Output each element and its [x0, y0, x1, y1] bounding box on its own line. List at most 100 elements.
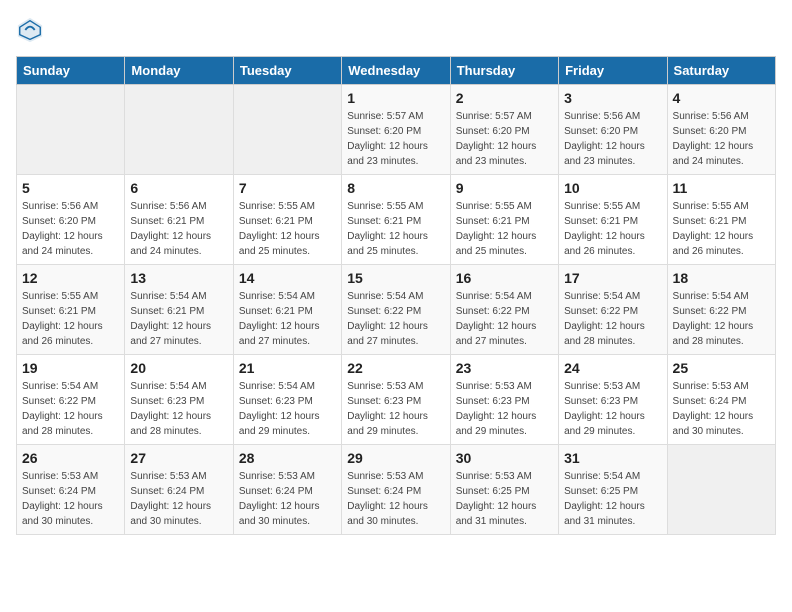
calendar-cell: 22 Sunrise: 5:53 AM Sunset: 6:23 PM Dayli…: [342, 355, 450, 445]
day-number: 29: [347, 450, 444, 466]
calendar-cell: 13 Sunrise: 5:54 AM Sunset: 6:21 PM Dayli…: [125, 265, 233, 355]
day-info: Sunrise: 5:56 AM Sunset: 6:20 PM Dayligh…: [564, 109, 661, 169]
calendar-cell: 25 Sunrise: 5:53 AM Sunset: 6:24 PM Dayli…: [667, 355, 775, 445]
calendar-cell: 23Sunrise: 5:53 AM Sunset: 6:23 PM Dayli…: [450, 355, 558, 445]
day-number: 3: [564, 90, 661, 106]
day-info: Sunrise: 5:53 AM Sunset: 6:23 PM Dayligh…: [456, 379, 553, 439]
day-info: Sunrise: 5:53 AM Sunset: 6:25 PM Dayligh…: [456, 469, 553, 529]
calendar-cell: 18 Sunrise: 5:54 AM Sunset: 6:22 PM Dayli…: [667, 265, 775, 355]
day-info: Sunrise: 5:54 AM Sunset: 6:22 PM Dayligh…: [564, 289, 661, 349]
calendar-cell: [667, 445, 775, 535]
calendar-cell: 5 Sunrise: 5:56 AM Sunset: 6:20 PM Daylig…: [17, 175, 125, 265]
day-number: 12: [22, 270, 119, 286]
day-info: Sunrise: 5:56 AM Sunset: 6:20 PM Dayligh…: [22, 199, 119, 259]
day-info: Sunrise: 5:53 AM Sunset: 6:24 PM Dayligh…: [239, 469, 336, 529]
day-info: Sunrise: 5:55 AM Sunset: 6:21 PM Dayligh…: [239, 199, 336, 259]
calendar-cell: [233, 85, 341, 175]
day-number: 14: [239, 270, 336, 286]
day-number: 20: [130, 360, 227, 376]
weekday-header: Sunday: [17, 57, 125, 85]
weekday-header: Friday: [559, 57, 667, 85]
calendar-cell: [125, 85, 233, 175]
calendar-cell: 6 Sunrise: 5:56 AM Sunset: 6:21 PM Daylig…: [125, 175, 233, 265]
calendar-cell: 26 Sunrise: 5:53 AM Sunset: 6:24 PM Dayli…: [17, 445, 125, 535]
calendar-cell: 14Sunrise: 5:54 AM Sunset: 6:21 PM Dayli…: [233, 265, 341, 355]
day-info: Sunrise: 5:54 AM Sunset: 6:22 PM Dayligh…: [673, 289, 770, 349]
calendar-cell: 4Sunrise: 5:56 AM Sunset: 6:20 PM Daylig…: [667, 85, 775, 175]
day-number: 18: [673, 270, 770, 286]
day-number: 31: [564, 450, 661, 466]
weekday-header: Thursday: [450, 57, 558, 85]
calendar-week-row: 19 Sunrise: 5:54 AM Sunset: 6:22 PM Dayli…: [17, 355, 776, 445]
calendar-cell: 24 Sunrise: 5:53 AM Sunset: 6:23 PM Dayli…: [559, 355, 667, 445]
day-info: Sunrise: 5:55 AM Sunset: 6:21 PM Dayligh…: [456, 199, 553, 259]
day-info: Sunrise: 5:55 AM Sunset: 6:21 PM Dayligh…: [347, 199, 444, 259]
day-number: 30: [456, 450, 553, 466]
page-header: [16, 16, 776, 44]
calendar-cell: 16Sunrise: 5:54 AM Sunset: 6:22 PM Dayli…: [450, 265, 558, 355]
calendar-cell: 9 Sunrise: 5:55 AM Sunset: 6:21 PM Daylig…: [450, 175, 558, 265]
calendar-week-row: 12 Sunrise: 5:55 AM Sunset: 6:21 PM Dayli…: [17, 265, 776, 355]
day-info: Sunrise: 5:54 AM Sunset: 6:21 PM Dayligh…: [130, 289, 227, 349]
calendar-cell: 3 Sunrise: 5:56 AM Sunset: 6:20 PM Daylig…: [559, 85, 667, 175]
calendar-cell: 2 Sunrise: 5:57 AM Sunset: 6:20 PM Daylig…: [450, 85, 558, 175]
day-number: 16: [456, 270, 553, 286]
day-number: 10: [564, 180, 661, 196]
day-number: 6: [130, 180, 227, 196]
day-info: Sunrise: 5:53 AM Sunset: 6:23 PM Dayligh…: [347, 379, 444, 439]
calendar-cell: 7 Sunrise: 5:55 AM Sunset: 6:21 PM Daylig…: [233, 175, 341, 265]
day-number: 24: [564, 360, 661, 376]
day-info: Sunrise: 5:56 AM Sunset: 6:20 PM Dayligh…: [673, 109, 770, 169]
day-info: Sunrise: 5:55 AM Sunset: 6:21 PM Dayligh…: [673, 199, 770, 259]
calendar-cell: 28 Sunrise: 5:53 AM Sunset: 6:24 PM Dayli…: [233, 445, 341, 535]
day-info: Sunrise: 5:53 AM Sunset: 6:24 PM Dayligh…: [130, 469, 227, 529]
day-info: Sunrise: 5:54 AM Sunset: 6:22 PM Dayligh…: [347, 289, 444, 349]
day-number: 13: [130, 270, 227, 286]
logo-icon: [16, 16, 44, 44]
day-number: 1: [347, 90, 444, 106]
day-info: Sunrise: 5:53 AM Sunset: 6:24 PM Dayligh…: [347, 469, 444, 529]
calendar-cell: 19 Sunrise: 5:54 AM Sunset: 6:22 PM Dayli…: [17, 355, 125, 445]
day-number: 28: [239, 450, 336, 466]
calendar-cell: 21 Sunrise: 5:54 AM Sunset: 6:23 PM Dayli…: [233, 355, 341, 445]
day-info: Sunrise: 5:54 AM Sunset: 6:22 PM Dayligh…: [22, 379, 119, 439]
day-info: Sunrise: 5:53 AM Sunset: 6:23 PM Dayligh…: [564, 379, 661, 439]
weekday-header: Tuesday: [233, 57, 341, 85]
day-info: Sunrise: 5:54 AM Sunset: 6:25 PM Dayligh…: [564, 469, 661, 529]
day-info: Sunrise: 5:56 AM Sunset: 6:21 PM Dayligh…: [130, 199, 227, 259]
day-number: 7: [239, 180, 336, 196]
weekday-header: Wednesday: [342, 57, 450, 85]
day-info: Sunrise: 5:53 AM Sunset: 6:24 PM Dayligh…: [673, 379, 770, 439]
weekday-header: Monday: [125, 57, 233, 85]
day-number: 21: [239, 360, 336, 376]
weekday-header: Saturday: [667, 57, 775, 85]
day-number: 25: [673, 360, 770, 376]
calendar-cell: 10 Sunrise: 5:55 AM Sunset: 6:21 PM Dayli…: [559, 175, 667, 265]
day-info: Sunrise: 5:54 AM Sunset: 6:23 PM Dayligh…: [239, 379, 336, 439]
day-info: Sunrise: 5:53 AM Sunset: 6:24 PM Dayligh…: [22, 469, 119, 529]
calendar-week-row: 1 Sunrise: 5:57 AM Sunset: 6:20 PM Daylig…: [17, 85, 776, 175]
logo: [16, 16, 48, 44]
calendar-week-row: 26 Sunrise: 5:53 AM Sunset: 6:24 PM Dayli…: [17, 445, 776, 535]
day-number: 26: [22, 450, 119, 466]
calendar-table: SundayMondayTuesdayWednesdayThursdayFrid…: [16, 56, 776, 535]
day-info: Sunrise: 5:55 AM Sunset: 6:21 PM Dayligh…: [22, 289, 119, 349]
day-number: 5: [22, 180, 119, 196]
calendar-cell: 20 Sunrise: 5:54 AM Sunset: 6:23 PM Dayli…: [125, 355, 233, 445]
day-info: Sunrise: 5:54 AM Sunset: 6:23 PM Dayligh…: [130, 379, 227, 439]
calendar-cell: 30 Sunrise: 5:53 AM Sunset: 6:25 PM Dayli…: [450, 445, 558, 535]
day-number: 11: [673, 180, 770, 196]
weekday-header-row: SundayMondayTuesdayWednesdayThursdayFrid…: [17, 57, 776, 85]
calendar-cell: [17, 85, 125, 175]
day-number: 8: [347, 180, 444, 196]
day-number: 9: [456, 180, 553, 196]
day-number: 2: [456, 90, 553, 106]
day-number: 22: [347, 360, 444, 376]
day-info: Sunrise: 5:57 AM Sunset: 6:20 PM Dayligh…: [347, 109, 444, 169]
day-number: 19: [22, 360, 119, 376]
calendar-cell: 29 Sunrise: 5:53 AM Sunset: 6:24 PM Dayli…: [342, 445, 450, 535]
day-info: Sunrise: 5:57 AM Sunset: 6:20 PM Dayligh…: [456, 109, 553, 169]
day-number: 27: [130, 450, 227, 466]
calendar-cell: 8 Sunrise: 5:55 AM Sunset: 6:21 PM Daylig…: [342, 175, 450, 265]
day-info: Sunrise: 5:55 AM Sunset: 6:21 PM Dayligh…: [564, 199, 661, 259]
